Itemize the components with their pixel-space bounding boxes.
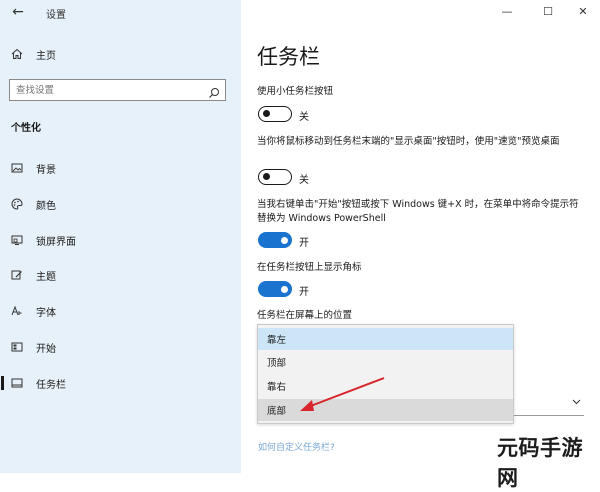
sidebar-item-themes[interactable]: 主题 [0,262,241,288]
obscured-dropdown[interactable] [514,395,584,416]
image-icon [11,162,23,174]
search-input[interactable] [16,83,201,97]
sidebar: ← 设置 主页 个性化 背景 颜色 锁屏界面 主 [0,0,241,473]
taskbar-icon [11,377,23,389]
maximize-icon[interactable]: ☐ [533,2,563,20]
watermark: 元码手游网 [497,436,583,490]
dropdown-option[interactable]: 靠左 [258,328,513,350]
palette-icon [11,198,23,210]
toggle-knob [281,285,288,293]
chevron-down-icon [572,398,581,408]
toggle-knob [263,110,270,117]
sidebar-item-label: 锁屏界面 [36,236,76,248]
sidebar-item-label: 主页 [36,50,56,62]
small-buttons-toggle[interactable] [258,106,292,122]
sidebar-item-label: 主题 [36,271,56,283]
theme-brush-icon [11,269,23,281]
setting-peek-label: 当你将鼠标移动到任务栏末端的"显示桌面"按钮时，使用"速览"预览桌面 [257,136,560,147]
close-icon[interactable]: ✕ [568,2,598,20]
minimize-icon[interactable]: — [492,2,522,20]
dropdown-option[interactable]: 靠右 [258,375,513,397]
sidebar-item-taskbar[interactable]: 任务栏 [0,370,241,396]
badges-toggle[interactable] [258,281,292,297]
title-bar: ← 设置 [0,0,241,26]
back-arrow-icon[interactable]: ← [8,3,28,21]
font-icon [11,305,23,317]
toggle-state-text: 开 [299,238,309,249]
search-box[interactable] [9,79,226,101]
page-title: 任务栏 [257,45,320,69]
toggle-state-text: 开 [299,287,309,298]
taskbar-position-dropdown[interactable]: 靠左 顶部 靠右 底部 [257,324,514,424]
sidebar-item-fonts[interactable]: 字体 [0,298,241,324]
sidebar-item-label: 开始 [36,343,56,355]
sidebar-item-home[interactable]: 主页 [0,41,241,67]
toggle-state-text: 关 [299,112,309,123]
sidebar-item-label: 背景 [36,164,56,176]
help-link[interactable]: 如何自定义任务栏? [258,440,335,453]
sidebar-item-start[interactable]: 开始 [0,334,241,360]
peek-toggle[interactable] [258,169,292,185]
dropdown-option[interactable]: 底部 [258,399,513,421]
powershell-toggle[interactable] [258,232,292,248]
sidebar-item-colors[interactable]: 颜色 [0,191,241,217]
sidebar-item-label: 任务栏 [36,379,66,391]
setting-small-buttons-label: 使用小任务栏按钮 [257,86,334,97]
setting-powershell-label: 当我右键单击"开始"按钮或按下 Windows 键+X 时，在菜单中将命令提示符… [257,199,579,224]
toggle-state-text: 关 [299,175,309,186]
taskbar-position-label: 任务栏在屏幕上的位置 [257,310,353,321]
sidebar-item-label: 字体 [36,307,56,319]
toggle-knob [281,236,288,244]
sidebar-item-lock-screen[interactable]: 锁屏界面 [0,227,241,253]
section-heading: 个性化 [11,123,41,134]
dropdown-option[interactable]: 顶部 [258,351,513,373]
sidebar-item-background[interactable]: 背景 [0,155,241,181]
lock-screen-icon [11,234,23,246]
start-icon [11,341,23,353]
sidebar-item-label: 颜色 [36,200,56,212]
setting-badges-label: 在任务栏按钮上显示角标 [257,262,362,273]
toggle-knob [263,173,270,180]
search-icon[interactable] [208,84,220,98]
home-icon [11,48,23,60]
app-title: 设置 [46,10,66,21]
